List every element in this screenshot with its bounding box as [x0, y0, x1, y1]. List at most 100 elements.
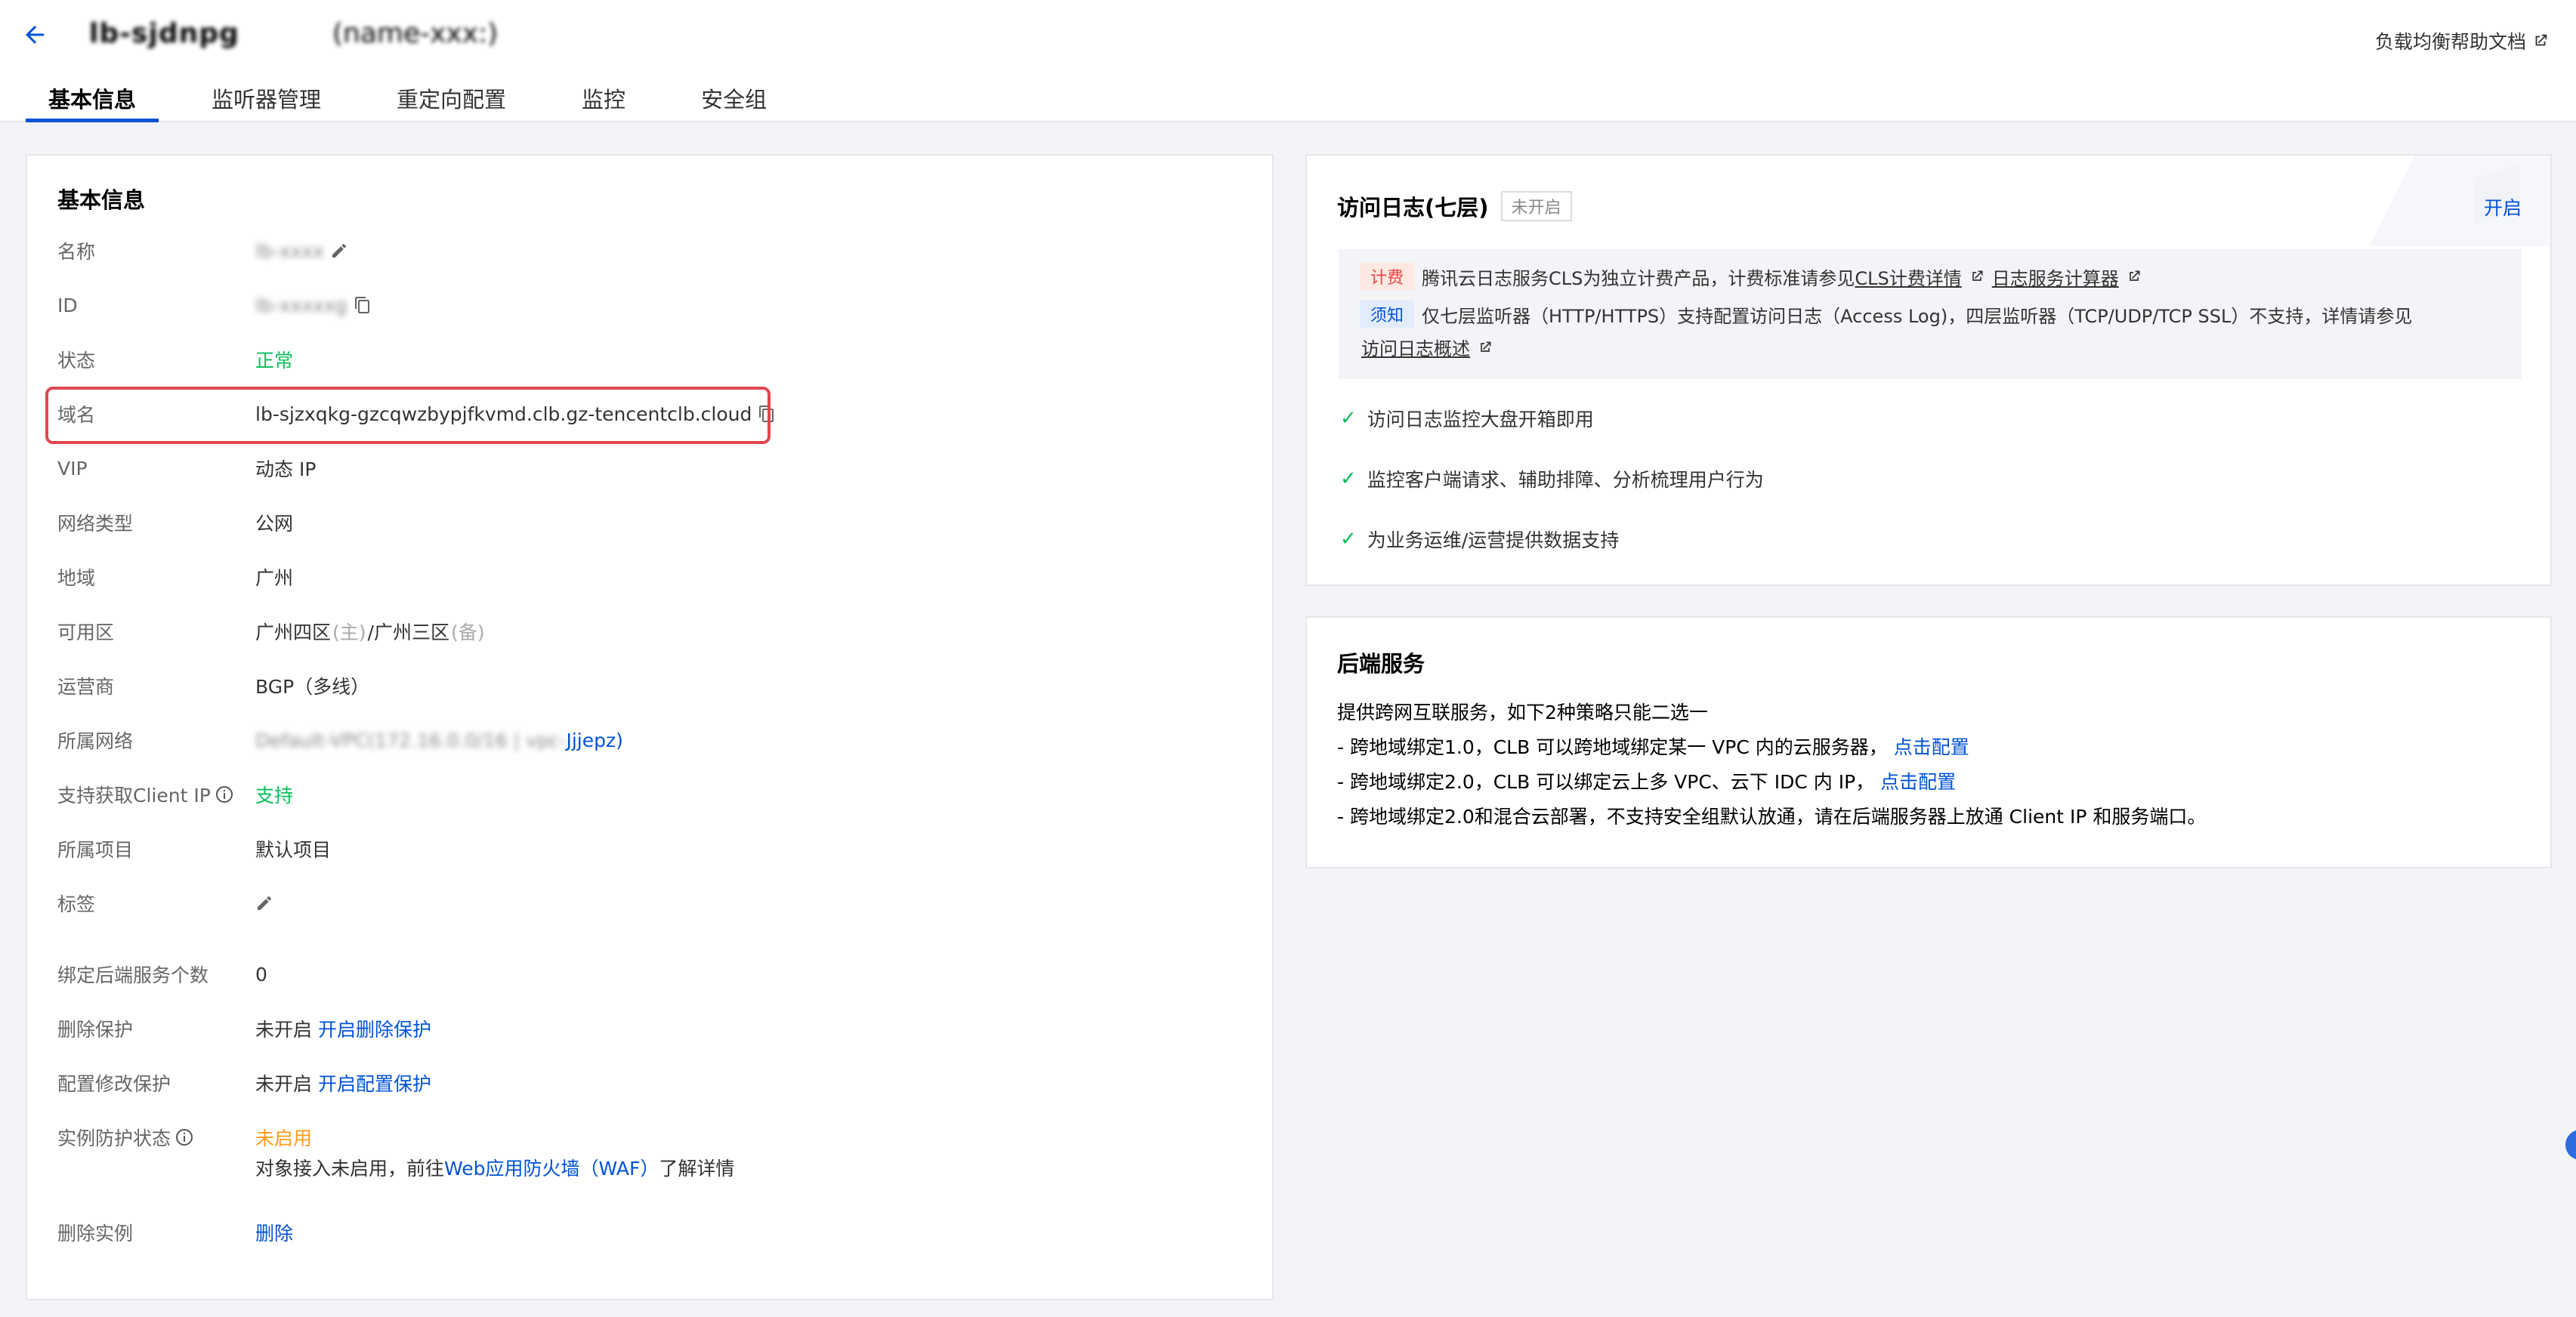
edit-icon[interactable] — [330, 242, 348, 260]
value-region: 广州 — [255, 567, 294, 589]
row-vpc: 所属网络 Default-VPC(172.16.0.0/16 | vpc- Jj… — [57, 725, 623, 755]
row-vip: VIP 动态 IP — [57, 453, 316, 483]
info-icon[interactable] — [215, 785, 233, 803]
tab-monitoring[interactable]: 监控 — [559, 85, 648, 122]
backend-line-2: - 跨地域绑定2.0，CLB 可以绑定云上多 VPC、云下 IDC 内 IP， — [1337, 771, 1875, 793]
value-network-type: 公网 — [255, 513, 294, 535]
feature-item: ✓ 监控客户端请求、辅助排障、分析梳理用户行为 — [1340, 465, 1764, 492]
calculator-link[interactable]: 日志服务计算器 — [1992, 264, 2119, 290]
label-network-type: 网络类型 — [57, 513, 134, 535]
row-status: 状态 正常 — [57, 344, 293, 375]
check-icon: ✓ — [1340, 467, 1357, 490]
check-icon: ✓ — [1340, 528, 1357, 551]
backend-line-1: - 跨地域绑定1.0，CLB 可以跨地域绑定某一 VPC 内的云服务器， — [1337, 736, 1888, 758]
label-vip: VIP — [57, 457, 88, 480]
row-zone: 可用区 广州四区 (主) /广州三区 (备) — [57, 616, 484, 646]
zone-main-tag: (主) — [332, 621, 366, 643]
feature-item: ✓ 为业务运维/运营提供数据支持 — [1340, 526, 1619, 553]
enable-delete-protect-link[interactable]: 开启删除保护 — [318, 1015, 431, 1042]
page-header: lb-sjdnpg (name-xxx:) 负载均衡帮助文档 基本信息 监听器管… — [0, 0, 2576, 122]
note-tag: 须知 — [1360, 301, 1415, 328]
info-icon[interactable] — [175, 1128, 193, 1146]
row-delete-instance: 删除实例 删除 — [57, 1217, 293, 1248]
copy-icon[interactable] — [354, 296, 372, 314]
label-client-ip: 支持获取Client IP — [57, 785, 211, 807]
notice-box: 计费 腾讯云日志服务CLS为独立计费产品，计费标准请参见 CLS计费详情 日志服… — [1339, 249, 2522, 379]
basic-info-title: 基本信息 — [57, 187, 146, 213]
backend-line-3: - 跨地域绑定2.0和混合云部署，不支持安全组默认放通，请在后端服务器上放通 C… — [1337, 806, 2207, 828]
tab-basic-info[interactable]: 基本信息 — [26, 85, 159, 122]
label-vpc: 所属网络 — [57, 730, 134, 752]
value-zone-main: 广州四区 — [255, 621, 332, 643]
row-delete-protect: 删除保护 未开启 开启删除保护 — [57, 1013, 431, 1044]
access-log-overview-link[interactable]: 访问日志概述 — [1361, 334, 1470, 360]
waf-link[interactable]: Web应用防火墙（WAF） — [444, 1154, 659, 1181]
row-instance-protect-desc: 对象接入未启用，前往 Web应用防火墙（WAF） 了解详情 — [255, 1152, 734, 1183]
config-link-1[interactable]: 点击配置 — [1894, 736, 1969, 758]
cls-fee-link[interactable]: CLS计费详情 — [1855, 264, 1961, 290]
back-arrow-icon[interactable] — [21, 21, 54, 54]
row-project: 所属项目 默认项目 — [57, 834, 331, 864]
tab-redirect-config[interactable]: 重定向配置 — [374, 85, 529, 122]
enable-config-protect-link[interactable]: 开启配置保护 — [318, 1069, 431, 1096]
label-delete-protect: 删除保护 — [57, 1019, 134, 1041]
fee-tag: 计费 — [1360, 263, 1415, 290]
external-link-icon — [2535, 34, 2547, 46]
label-project: 所属项目 — [57, 839, 134, 861]
instance-protect-desc-suffix: 了解详情 — [659, 1158, 735, 1180]
backend-intro: 提供跨网互联服务，如下2种策略只能二选一 — [1337, 702, 1708, 723]
tab-listener-management[interactable]: 监听器管理 — [189, 85, 344, 122]
side-assistant-button[interactable] — [2565, 1130, 2576, 1160]
edit-tags-icon[interactable] — [255, 894, 273, 912]
label-zone: 可用区 — [57, 621, 115, 643]
page-title-suffix: (name-xxx:) — [332, 18, 499, 49]
help-doc-link[interactable]: 负载均衡帮助文档 — [2375, 27, 2549, 54]
fee-text: 腾讯云日志服务CLS为独立计费产品，计费标准请参见 — [1422, 267, 1855, 289]
value-config-protect: 未开启 — [255, 1073, 313, 1095]
label-region: 地域 — [57, 567, 96, 589]
external-link-icon — [1481, 341, 1491, 352]
value-vpc: Default-VPC(172.16.0.0/16 | vpc- — [255, 729, 567, 751]
row-name: 名称 lb-xxxx — [57, 236, 348, 266]
page-title: lb-sjdnpg — [89, 18, 239, 49]
value-instance-protect: 未启用 — [255, 1127, 313, 1149]
feature-text: 为业务运维/运营提供数据支持 — [1367, 529, 1620, 551]
backend-title: 后端服务 — [1337, 651, 1425, 677]
value-status: 正常 — [255, 350, 294, 372]
label-backend-count: 绑定后端服务个数 — [57, 964, 209, 986]
vpc-link[interactable]: Jjjepz) — [566, 729, 622, 751]
domain-highlight-box — [45, 387, 771, 444]
note-text: 仅七层监听器（HTTP/HTTPS）支持配置访问日志（Access Log)，四… — [1422, 305, 2413, 327]
enable-access-log-link[interactable]: 开启 — [2484, 193, 2522, 221]
config-link-2[interactable]: 点击配置 — [1880, 771, 1956, 793]
value-name: lb-xxxx — [255, 239, 325, 262]
row-config-protect: 配置修改保护 未开启 开启配置保护 — [57, 1068, 431, 1098]
access-log-title: 访问日志(七层) — [1337, 195, 1489, 221]
label-config-protect: 配置修改保护 — [57, 1073, 171, 1095]
status-badge: 未开启 — [1500, 191, 1572, 221]
value-id: lb-xxxxxg — [255, 294, 347, 316]
value-vip: 动态 IP — [255, 458, 317, 480]
label-delete-instance: 删除实例 — [57, 1223, 134, 1245]
row-network-type: 网络类型 公网 — [57, 507, 293, 538]
instance-protect-desc: 对象接入未启用，前往 — [255, 1158, 445, 1180]
row-id: ID lb-xxxxxg — [57, 290, 372, 320]
zone-backup-tag: (备) — [450, 621, 485, 643]
row-client-ip: 支持获取Client IP 支持 — [57, 779, 293, 810]
access-log-card: 访问日志(七层) 未开启 开启 计费 腾讯云日志服务CLS为独立计费产品，计费标… — [1305, 154, 2552, 586]
delete-instance-link[interactable]: 删除 — [255, 1219, 293, 1246]
feature-text: 监控客户端请求、辅助排障、分析梳理用户行为 — [1367, 469, 1764, 491]
row-instance-protect: 实例防护状态 未启用 — [57, 1122, 312, 1152]
value-backend-count: 0 — [255, 963, 267, 985]
label-isp: 运营商 — [57, 676, 115, 698]
value-project: 默认项目 — [255, 839, 332, 861]
feature-item: ✓ 访问日志监控大盘开箱即用 — [1340, 405, 1594, 432]
row-backend-count: 绑定后端服务个数 0 — [57, 959, 267, 989]
value-isp: BGP（多线） — [255, 676, 370, 698]
value-client-ip: 支持 — [255, 785, 294, 807]
backend-service-card: 后端服务 提供跨网互联服务，如下2种策略只能二选一 - 跨地域绑定1.0，CLB… — [1305, 616, 2552, 868]
feature-text: 访问日志监控大盘开箱即用 — [1367, 409, 1594, 430]
value-delete-protect: 未开启 — [255, 1019, 313, 1041]
tab-security-group[interactable]: 安全组 — [678, 85, 789, 122]
basic-info-card: 基本信息 名称 lb-xxxx ID lb-xxxxxg 状态 正常 域名 lb… — [26, 154, 1274, 1300]
